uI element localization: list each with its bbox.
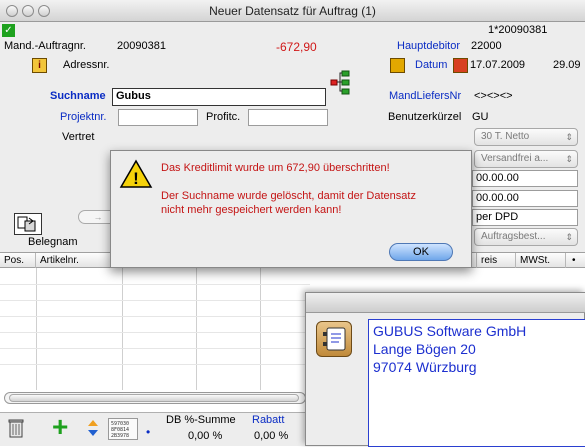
popup-arrows-icon: ⇕ bbox=[565, 232, 573, 242]
column-divider bbox=[260, 268, 261, 390]
auftragsbest-popup[interactable]: Auftragsbest... ⇕ bbox=[474, 228, 578, 246]
address-window: GUBUS Software GmbH Lange Bögen 20 97074… bbox=[305, 292, 585, 447]
credit-limit-alert-dialog: ! Das Kreditlimit wurde um 672,90 übersc… bbox=[110, 150, 472, 268]
column-header-pos[interactable]: Pos. bbox=[0, 253, 36, 268]
rabatt-label: Rabatt bbox=[252, 414, 285, 426]
scrollbar-thumb[interactable] bbox=[9, 394, 299, 402]
close-window-button[interactable] bbox=[6, 5, 18, 17]
address-window-titlebar[interactable] bbox=[306, 293, 585, 313]
profitc-input[interactable] bbox=[248, 109, 328, 126]
db-summe-value: 0,00 % bbox=[188, 430, 223, 442]
trash-icon[interactable] bbox=[8, 418, 24, 438]
zoom-window-button[interactable] bbox=[38, 5, 50, 17]
record-reference: 1*20090381 bbox=[488, 24, 548, 36]
column-options-dot-icon[interactable]: • bbox=[572, 255, 576, 266]
table-row[interactable] bbox=[0, 364, 310, 365]
versand-field[interactable]: per DPD bbox=[472, 209, 578, 226]
date-field-1[interactable]: 00.00.00 bbox=[472, 170, 578, 187]
address-street: Lange Bögen 20 bbox=[373, 341, 476, 357]
alert-message-line2: Der Suchname wurde gelöscht, damit der D… bbox=[161, 190, 416, 202]
popup-arrows-icon: ⇕ bbox=[565, 132, 573, 142]
alert-message-line1: Das Kreditlimit wurde um 672,90 überschr… bbox=[161, 162, 390, 174]
address-text-box[interactable]: GUBUS Software GmbH Lange Bögen 20 97074… bbox=[368, 319, 585, 447]
shipping-popup[interactable]: Versandfrei a... ⇕ bbox=[474, 150, 578, 168]
alert-message-line3: nicht mehr gespeichert werden kann! bbox=[161, 204, 342, 216]
date-field-2[interactable]: 00.00.00 bbox=[472, 190, 578, 207]
hierarchy-icon[interactable] bbox=[330, 70, 352, 96]
warning-icon: ! bbox=[119, 159, 153, 189]
minimize-window-button[interactable] bbox=[22, 5, 34, 17]
add-position-icon[interactable]: + bbox=[52, 412, 68, 442]
window-titlebar[interactable]: Neuer Datensatz für Auftrag (1) bbox=[0, 0, 585, 22]
db-summe-label: DB %-Summe bbox=[166, 414, 236, 426]
horizontal-scrollbar[interactable] bbox=[4, 392, 306, 404]
table-row[interactable] bbox=[0, 332, 310, 333]
table-row[interactable] bbox=[0, 316, 310, 317]
popup-arrows-icon: ⇕ bbox=[565, 154, 573, 164]
projektnr-input[interactable] bbox=[118, 109, 198, 126]
profitc-label: Profitc. bbox=[206, 111, 241, 123]
payment-terms-popup[interactable]: 30 T. Netto ⇕ bbox=[474, 128, 578, 146]
table-row[interactable] bbox=[0, 348, 310, 349]
datum-label: Datum bbox=[415, 59, 448, 71]
checkmark-icon: ✓ bbox=[2, 24, 15, 37]
table-row[interactable] bbox=[0, 300, 310, 301]
address-company: GUBUS Software GmbH bbox=[373, 323, 527, 339]
column-header-mwst[interactable]: MWSt. bbox=[516, 253, 566, 268]
payment-terms-value: 30 T. Netto bbox=[481, 131, 530, 142]
mand-auftragnr-value: 20090381 bbox=[117, 40, 166, 52]
status-dot-icon: • bbox=[146, 425, 151, 439]
table-row[interactable] bbox=[0, 284, 310, 285]
contact-card-icon[interactable] bbox=[316, 321, 352, 357]
benutzerkuerzel-label: Benutzerkürzel bbox=[388, 111, 462, 123]
suchname-label: Suchname bbox=[50, 90, 106, 102]
rabatt-value: 0,00 % bbox=[254, 430, 289, 442]
document-print-icon[interactable] bbox=[14, 213, 42, 235]
barcode-icon[interactable]: 597030 8F0814 2B3978 bbox=[108, 418, 138, 440]
shipping-value: Versandfrei a... bbox=[481, 153, 549, 164]
datum-extra-value: 29.09 bbox=[553, 59, 581, 71]
ok-button[interactable]: OK bbox=[389, 243, 453, 261]
adressnr-label: Adressnr. bbox=[63, 59, 110, 71]
benutzerkuerzel-value: GU bbox=[472, 111, 489, 123]
window-title: Neuer Datensatz für Auftrag (1) bbox=[209, 4, 376, 18]
projektnr-label: Projektnr. bbox=[60, 111, 107, 123]
belegname-label: Belegnam bbox=[28, 236, 78, 248]
warning-symbol: ! bbox=[133, 169, 139, 188]
auftragsbest-value: Auftragsbest... bbox=[481, 231, 546, 242]
vertreter-label: Vertret bbox=[62, 131, 95, 143]
mandliefersnr-value: <><><> bbox=[474, 90, 513, 102]
suchname-input[interactable]: Gubus bbox=[112, 88, 326, 106]
sort-arrows-icon[interactable] bbox=[86, 418, 100, 438]
column-divider bbox=[36, 268, 37, 390]
hauptdebitor-label: Hauptdebitor bbox=[397, 40, 460, 52]
amount-value: -672,90 bbox=[276, 40, 317, 54]
mandliefersnr-label: MandLiefersNr bbox=[389, 90, 462, 102]
column-header-preis[interactable]: reis bbox=[476, 253, 516, 268]
column-divider bbox=[122, 268, 123, 390]
info-icon[interactable]: i bbox=[32, 58, 47, 73]
datum-value[interactable]: 17.07.2009 bbox=[470, 59, 525, 71]
column-divider bbox=[196, 268, 197, 390]
mand-auftragnr-label: Mand.-Auftragnr. bbox=[4, 40, 86, 52]
address-city: 97074 Würzburg bbox=[373, 359, 477, 375]
calendar-icon[interactable] bbox=[390, 58, 405, 73]
hauptdebitor-value: 22000 bbox=[471, 40, 502, 52]
date-picker-icon[interactable] bbox=[453, 58, 468, 73]
